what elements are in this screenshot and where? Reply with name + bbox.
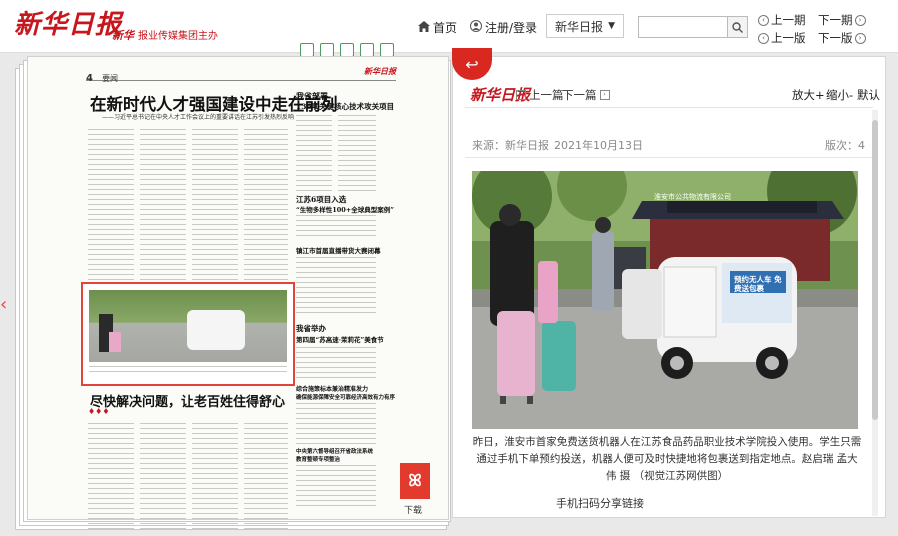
text-column [296, 215, 376, 240]
home-icon [418, 20, 430, 35]
thumbnail-photo [89, 290, 287, 362]
text-column [296, 115, 332, 195]
scrollbar-thumb[interactable] [872, 120, 878, 420]
page-header-rule: 4 要闻 新华日报 [86, 66, 396, 84]
article-source: 来源：新华日报 [472, 139, 549, 152]
next-issue-link[interactable]: 下一期 › [818, 12, 866, 28]
divider [465, 157, 873, 158]
text-column [192, 423, 238, 533]
settings-icon[interactable] [380, 43, 394, 57]
robot-sign-text: 预约无人车 免费送包裹 [734, 275, 782, 293]
zoom-out-button[interactable]: 缩小- [826, 87, 853, 103]
back-arrow-icon: ↩ [465, 54, 479, 74]
next-article-link[interactable]: 下一篇 › [562, 87, 610, 103]
prev-page-link[interactable]: ‹ 上一版 [758, 30, 806, 46]
selected-photo-frame[interactable] [81, 282, 295, 386]
caret-down-icon: ▼ [608, 21, 615, 31]
site-logo[interactable]: 新华日报 [14, 4, 122, 41]
newspaper-select-value: 新华日报 [555, 19, 604, 34]
chevron-left-icon: ‹ [758, 14, 769, 26]
search-input[interactable] [638, 16, 728, 38]
pdf-icon: ꕤ [408, 471, 422, 490]
chevron-right-icon: › [854, 14, 866, 26]
page-logo: 新华日报 [364, 66, 396, 76]
next-page-label: 下一版 [818, 31, 853, 45]
login-link[interactable]: 注册/登录 [470, 19, 537, 36]
side-headline-4: “生物多样性100+全球典型案例” [296, 206, 394, 214]
search-button[interactable] [728, 16, 748, 38]
prev-article-label: 上一篇 [529, 88, 564, 102]
prev-page-arrow-icon[interactable]: ‹ [0, 290, 8, 320]
search-icon [732, 18, 743, 37]
square-icon: ‹ [516, 90, 526, 100]
top-navigation-bar: 新华日报 新华 报业传媒集团主办 首页 注册/登录 新华日报 ▼ ‹ 上一期 下一期… [0, 0, 898, 53]
share-icon[interactable] [360, 43, 374, 57]
next-page-link[interactable]: 下一版 › [818, 30, 866, 46]
square-icon: › [599, 90, 610, 100]
prev-issue-label: 上一期 [771, 13, 806, 27]
article-photo-drawing [472, 171, 858, 429]
user-icon [470, 20, 482, 35]
photo-banner-text: 淮安市公共物流有限公司 [654, 193, 731, 201]
photo-caption: 昨日，淮安市首家免费送货机器人在江苏食品药品职业技术学院投入使用。学生只需通过手… [472, 436, 862, 482]
article-date: 2021年10月13日 [554, 139, 643, 152]
side-headline-8: 综合施策标本兼治精准发力 [296, 386, 369, 393]
login-label: 注册/登录 [485, 21, 538, 35]
side-headline-11: 教育整顿专项整治 [296, 457, 341, 463]
thumbnail-robot [187, 310, 245, 350]
side-headline-6: 我省举办 [296, 324, 326, 333]
home-label: 首页 [433, 21, 458, 35]
column-logo: ♦♦♦ [88, 407, 110, 416]
next-article-label: 下一篇 [562, 88, 597, 102]
next-issue-label: 下一期 [818, 13, 853, 27]
view-icon[interactable] [300, 43, 314, 57]
fullscreen-icon[interactable] [320, 43, 334, 57]
text-column [296, 403, 376, 448]
article-edition: 版次：4 [825, 139, 865, 152]
page-number: 4 [86, 73, 93, 84]
pdf-download-label: 下载 [404, 506, 423, 516]
side-headline-10: 中央第六督导组召开省政法系统 [296, 449, 374, 455]
save-icon[interactable] [340, 43, 354, 57]
text-column [296, 257, 376, 317]
article-photo: 淮安市公共物流有限公司 预约无人车 免费送包裹 [472, 171, 858, 429]
newspaper-page[interactable]: 4 要闻 新华日报 在新时代人才强国建设中走在前列 ——习近平总书记在中央人才工… [27, 56, 449, 529]
thumbnail-suitcase [109, 332, 121, 352]
publisher-text: 报业传媒集团主办 [138, 31, 218, 42]
default-size-button[interactable]: 默认 [857, 87, 880, 103]
text-column [296, 465, 376, 510]
text-column [88, 423, 134, 533]
text-column [244, 423, 288, 533]
prev-article-link[interactable]: ‹ 上一篇 [516, 87, 564, 103]
divider [465, 107, 873, 108]
text-column [140, 423, 186, 533]
share-qr-label: 手机扫码分享链接 [556, 497, 644, 510]
text-column [338, 115, 376, 195]
main-subheadline: ——习近平总书记在中央人才工作会议上的重要讲话在江苏引发热烈反响 [102, 114, 295, 121]
prev-issue-link[interactable]: ‹ 上一期 [758, 12, 806, 28]
home-link[interactable]: 首页 [418, 19, 457, 36]
side-headline-7: 第四届“苏高速·茉莉花”美食节 [296, 336, 384, 344]
photo-caption-lines [89, 366, 287, 372]
zoom-in-button[interactable]: 放大+ [792, 87, 825, 103]
page-section: 要闻 [102, 74, 119, 83]
chevron-right-icon: › [854, 32, 866, 44]
side-headline-9: 确保能源保障安全可靠经济高效有力有序 [296, 395, 396, 401]
newspaper-select[interactable]: 新华日报 ▼ [546, 14, 624, 38]
prev-page-label: 上一版 [771, 31, 806, 45]
text-column [296, 347, 376, 382]
publisher-tagline: 新华 报业传媒集团主办 [112, 27, 218, 43]
chevron-left-icon: ‹ [758, 32, 769, 44]
side-headline-5: 镇江市首届直播带货大赛闭幕 [296, 247, 381, 255]
side-headline-2: 136项关键核心技术攻关项目 [296, 102, 395, 111]
page-tools [300, 43, 394, 57]
publisher-mini-logo: 新华 [112, 29, 134, 42]
pdf-download-button[interactable]: ꕤ [400, 463, 430, 499]
